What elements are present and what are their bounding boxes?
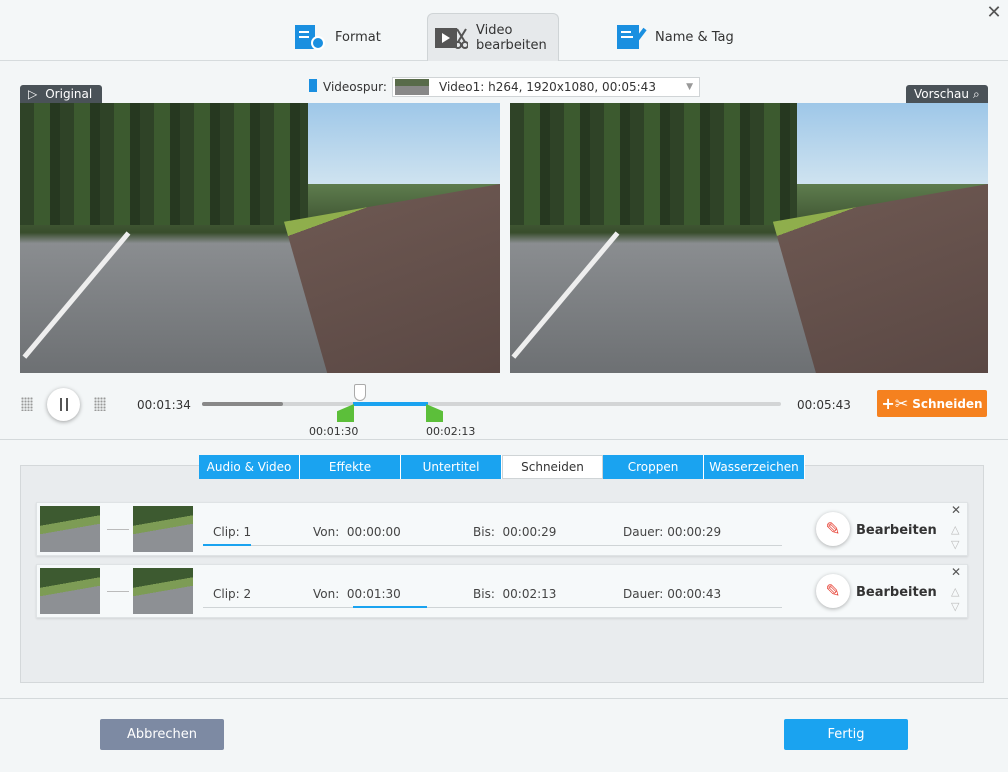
edit-tabs: Audio & Video Effekte Untertitel Schneid…	[199, 455, 805, 479]
preview-video	[510, 103, 988, 373]
original-text: Original	[45, 87, 93, 101]
video-track-select[interactable]: Video1: h264, 1920x1080, 00:05:43 ▼	[392, 77, 700, 97]
tab-format[interactable]: Format	[287, 13, 387, 61]
tab-untertitel[interactable]: Untertitel	[401, 455, 502, 479]
clip-start-thumbnail	[40, 568, 100, 614]
edit-button[interactable]: Bearbeiten	[856, 523, 937, 538]
tab-label: Name & Tag	[655, 29, 734, 45]
video-track-icon	[309, 79, 317, 92]
clip-number: 1	[243, 525, 252, 539]
tab-label: Video bearbeiten	[476, 22, 547, 53]
name-tag-icon	[613, 23, 647, 51]
preview-label[interactable]: Vorschau ⌕	[906, 85, 988, 103]
delete-clip-icon[interactable]: ✕	[951, 503, 961, 517]
tab-effekte[interactable]: Effekte	[300, 455, 401, 479]
tab-video-bearbeiten[interactable]: Video bearbeiten	[427, 13, 559, 61]
bis-label: Bis:	[473, 525, 495, 539]
pause-button[interactable]	[47, 388, 80, 421]
dauer-value: 00:00:43	[667, 587, 722, 601]
clip-label: Clip:	[213, 525, 240, 539]
edit-pencil-icon[interactable]: ✎	[816, 512, 850, 546]
move-up-icon[interactable]: △	[951, 523, 959, 536]
timeline-slider[interactable]	[202, 402, 781, 406]
tab-croppen[interactable]: Croppen	[603, 455, 704, 479]
preview-text: Vorschau	[914, 87, 969, 101]
divider	[0, 439, 1008, 440]
clip-start-thumbnail	[40, 506, 100, 552]
original-label: ▷ Original	[20, 85, 102, 103]
tab-name-tag[interactable]: Name & Tag	[607, 13, 740, 61]
cut-label: Schneiden	[912, 396, 983, 411]
clip-row[interactable]: Clip: 1 Von: 00:00:00 Bis: 00:00:29 Daue…	[36, 502, 968, 556]
move-down-icon[interactable]: ▽	[951, 600, 959, 613]
clip-end-thumbnail	[133, 568, 193, 614]
marker-start-time: 00:01:30	[309, 425, 359, 438]
start-marker[interactable]	[337, 404, 354, 422]
playhead-handle[interactable]	[354, 384, 366, 401]
format-settings-icon	[293, 23, 327, 51]
video-thumbnail	[395, 79, 429, 95]
dauer-value: 00:00:29	[667, 525, 722, 539]
selected-range	[353, 402, 428, 406]
grip-icon	[94, 397, 106, 411]
clip-range-bar	[203, 607, 782, 608]
clip-range-bar	[203, 545, 782, 546]
videospur-label: Videospur:	[323, 80, 387, 94]
tab-audio-video[interactable]: Audio & Video	[199, 455, 300, 479]
move-down-icon[interactable]: ▽	[951, 538, 959, 551]
clip-range-highlight	[203, 544, 251, 546]
von-value: 00:01:30	[346, 587, 401, 601]
edit-button[interactable]: Bearbeiten	[856, 585, 937, 600]
add-scissors-icon: +✂	[881, 394, 909, 413]
bis-label: Bis:	[473, 587, 495, 601]
video-track-value: Video1: h264, 1920x1080, 00:05:43	[439, 80, 656, 94]
dauer-label: Dauer:	[623, 525, 664, 539]
clip-label: Clip:	[213, 587, 240, 601]
timeline-progress	[202, 402, 284, 406]
end-marker[interactable]	[426, 404, 443, 422]
marker-end-time: 00:02:13	[426, 425, 476, 438]
delete-clip-icon[interactable]: ✕	[951, 565, 961, 579]
original-video	[20, 103, 500, 373]
total-time: 00:05:43	[797, 398, 851, 412]
done-button[interactable]: Fertig	[784, 719, 908, 750]
tab-wasserzeichen[interactable]: Wasserzeichen	[704, 455, 805, 479]
bis-value: 00:02:13	[502, 587, 557, 601]
clip-number: 2	[243, 587, 252, 601]
chevron-down-icon: ▼	[686, 82, 693, 92]
tab-schneiden[interactable]: Schneiden	[502, 455, 603, 479]
von-label: Von:	[313, 525, 340, 539]
clip-row[interactable]: Clip: 2 Von: 00:01:30 Bis: 00:02:13 Daue…	[36, 564, 968, 618]
clip-end-thumbnail	[133, 506, 193, 552]
bis-value: 00:00:29	[502, 525, 557, 539]
von-value: 00:00:00	[346, 525, 401, 539]
thumb-connector	[107, 591, 129, 592]
divider	[0, 698, 1008, 699]
cancel-button[interactable]: Abbrechen	[100, 719, 224, 750]
video-edit-icon	[434, 24, 468, 52]
edit-pencil-icon[interactable]: ✎	[816, 574, 850, 608]
tab-label: Format	[335, 29, 381, 45]
clip-range-highlight	[353, 606, 427, 608]
search-icon: ⌕	[972, 86, 980, 101]
thumb-connector	[107, 529, 129, 530]
move-up-icon[interactable]: △	[951, 585, 959, 598]
current-time: 00:01:34	[137, 398, 191, 412]
cut-button[interactable]: +✂ Schneiden	[877, 390, 987, 417]
dauer-label: Dauer:	[623, 587, 664, 601]
grip-icon	[21, 397, 33, 411]
play-icon: ▷	[28, 87, 38, 101]
von-label: Von:	[313, 587, 340, 601]
close-icon[interactable]: ✕	[984, 2, 1004, 23]
